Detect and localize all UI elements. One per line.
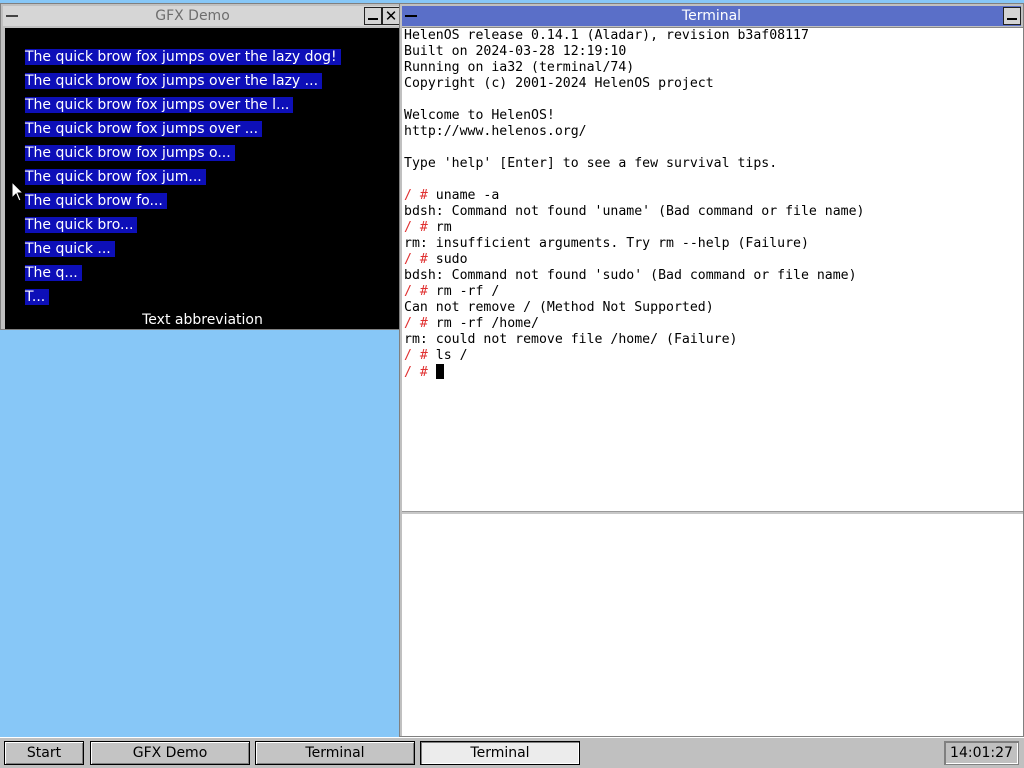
terminal-window[interactable]: Terminal HelenOS release 0.14.1 (Aladar)… [399, 3, 1024, 737]
start-button[interactable]: Start [4, 741, 84, 765]
terminal-cursor [435, 364, 444, 379]
terminal-divider [402, 511, 1023, 514]
terminal-output[interactable]: HelenOS release 0.14.1 (Aladar), revisio… [402, 27, 1023, 736]
terminal-text: sudo [435, 252, 468, 267]
terminal-line: Running on ia32 (terminal/74) [404, 60, 865, 76]
terminal-line: bdsh: Command not found 'sudo' (Bad comm… [404, 268, 865, 284]
terminal-text: rm: insufficient arguments. Try rm --hel… [404, 236, 809, 251]
terminal-text: Welcome to HelenOS! [404, 108, 555, 123]
gfx-text-line: The quick ... [25, 241, 115, 257]
minimize-button[interactable] [1003, 7, 1021, 25]
gfx-text-line: The quick brow fox jumps over the l... [25, 97, 294, 113]
taskbar-button-terminal[interactable]: Terminal [255, 741, 415, 765]
terminal-text: rm -rf /home/ [435, 316, 539, 331]
terminal-lines: HelenOS release 0.14.1 (Aladar), revisio… [404, 28, 865, 380]
terminal-text: bdsh: Command not found 'uname' (Bad com… [404, 204, 865, 219]
terminal-titlebar[interactable]: Terminal [402, 6, 1021, 26]
terminal-line: rm: insufficient arguments. Try rm --hel… [404, 236, 865, 252]
terminal-line: / # [404, 364, 865, 380]
terminal-text: Built on 2024-03-28 12:19:10 [404, 44, 627, 59]
terminal-line: / # ls / [404, 348, 865, 364]
system-menu-icon[interactable] [402, 7, 420, 25]
terminal-line: Welcome to HelenOS! [404, 108, 865, 124]
gfx-text-line: The q... [25, 265, 82, 281]
minimize-icon [368, 17, 378, 20]
terminal-line: / # uname -a [404, 188, 865, 204]
gfx-text-line: The quick bro... [25, 217, 138, 233]
terminal-line: / # rm -rf / [404, 284, 865, 300]
terminal-text: uname -a [435, 188, 500, 203]
taskbar: Start GFX Demo Terminal Terminal 14:01:2… [0, 737, 1024, 768]
terminal-line: Type 'help' [Enter] to see a few surviva… [404, 156, 865, 172]
terminal-text: bdsh: Command not found 'sudo' (Bad comm… [404, 268, 857, 283]
minimize-icon [1007, 17, 1017, 20]
gfx-text-line: T... [25, 289, 50, 305]
close-button[interactable]: ✕ [382, 7, 400, 25]
terminal-line: Copyright (c) 2001-2024 HelenOS project [404, 76, 865, 92]
taskbar-button-terminal-active[interactable]: Terminal [420, 741, 580, 765]
gfx-caption: Text abbreviation [142, 312, 263, 328]
gfx-text-line: The quick brow fo... [25, 193, 167, 209]
terminal-line: http://www.helenos.org/ [404, 124, 865, 140]
terminal-line: HelenOS release 0.14.1 (Aladar), revisio… [404, 28, 865, 44]
gfx-demo-titlebar[interactable]: GFX Demo ✕ [3, 6, 400, 26]
close-icon: ✕ [384, 6, 398, 25]
clock: 14:01:27 [944, 741, 1019, 765]
gfx-demo-window[interactable]: GFX Demo ✕ The quick brow fox jumps over… [0, 3, 403, 330]
terminal-prompt: / # [404, 316, 436, 331]
terminal-line: bdsh: Command not found 'uname' (Bad com… [404, 204, 865, 220]
terminal-prompt: / # [404, 348, 436, 363]
terminal-text: rm -rf / [435, 284, 500, 299]
terminal-text: Running on ia32 (terminal/74) [404, 60, 635, 75]
gfx-text-line: The quick brow fox jumps over the lazy .… [25, 73, 323, 89]
gfx-demo-canvas: The quick brow fox jumps over the lazy d… [5, 28, 400, 329]
terminal-prompt: / # [404, 284, 436, 299]
terminal-line: Built on 2024-03-28 12:19:10 [404, 44, 865, 60]
terminal-line: rm: could not remove file /home/ (Failur… [404, 332, 865, 348]
terminal-prompt: / # [404, 220, 436, 235]
gfx-demo-title: GFX Demo [155, 8, 230, 24]
terminal-text: Can not remove / (Method Not Supported) [404, 300, 714, 315]
terminal-text: Type 'help' [Enter] to see a few surviva… [404, 156, 778, 171]
mouse-pointer-icon [11, 181, 25, 202]
terminal-line: / # sudo [404, 252, 865, 268]
gfx-text-line: The quick brow fox jum... [25, 169, 206, 185]
gfx-text-line: The quick brow fox jumps over the lazy d… [25, 49, 341, 65]
gfx-text-line: The quick brow fox jumps o... [25, 145, 235, 161]
terminal-text: rm: could not remove file /home/ (Failur… [404, 332, 738, 347]
terminal-text: ls / [435, 348, 468, 363]
terminal-text: HelenOS release 0.14.1 (Aladar), revisio… [404, 28, 809, 43]
terminal-text: rm [435, 220, 452, 235]
terminal-title: Terminal [681, 8, 742, 24]
terminal-prompt: / # [404, 365, 436, 380]
terminal-text: Copyright (c) 2001-2024 HelenOS project [404, 76, 714, 91]
minimize-button[interactable] [364, 7, 382, 25]
gfx-text-line: The quick brow fox jumps over ... [25, 121, 263, 137]
terminal-line: / # rm [404, 220, 865, 236]
terminal-text: http://www.helenos.org/ [404, 124, 587, 139]
system-menu-icon[interactable] [3, 7, 21, 25]
terminal-line: / # rm -rf /home/ [404, 316, 865, 332]
terminal-prompt: / # [404, 188, 436, 203]
terminal-line: Can not remove / (Method Not Supported) [404, 300, 865, 316]
terminal-prompt: / # [404, 252, 436, 267]
taskbar-button-gfx-demo[interactable]: GFX Demo [90, 741, 250, 765]
